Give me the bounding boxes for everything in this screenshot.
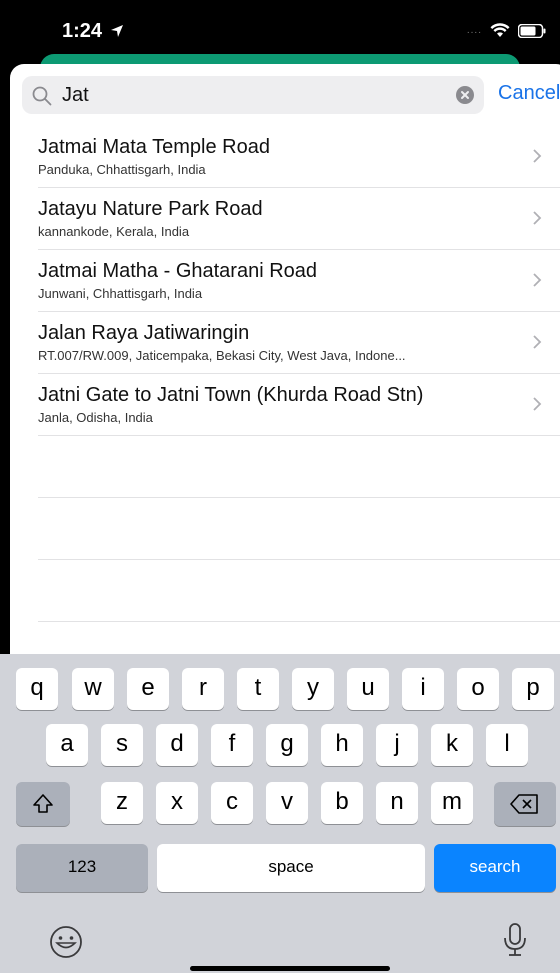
search-icon: [32, 86, 52, 106]
shift-key[interactable]: [16, 782, 70, 826]
key-f[interactable]: f: [211, 724, 253, 766]
search-query: Jat: [62, 84, 89, 106]
results-list: Jatmai Mata Temple Road Panduka, Chhatti…: [10, 126, 560, 622]
key-g[interactable]: g: [266, 724, 308, 766]
location-arrow-icon: [110, 25, 123, 37]
key-t[interactable]: t: [237, 668, 279, 710]
key-q[interactable]: q: [16, 668, 58, 710]
key-m[interactable]: m: [431, 782, 473, 824]
chevron-right-icon: [533, 273, 542, 287]
result-title: Jalan Raya Jatiwaringin: [38, 322, 250, 344]
key-x[interactable]: x: [156, 782, 198, 824]
result-title: Jatni Gate to Jatni Town (Khurda Road St…: [38, 384, 424, 406]
key-z[interactable]: z: [101, 782, 143, 824]
result-title: Jatmai Matha - Ghatarani Road: [38, 260, 318, 282]
result-subtitle: Junwani, Chhattisgarh, India: [38, 286, 203, 301]
list-item[interactable]: Jalan Raya Jatiwaringin RT.007/RW.009, J…: [38, 312, 560, 374]
battery-icon: [518, 23, 546, 38]
result-subtitle: kannankode, Kerala, India: [38, 224, 190, 239]
key-i[interactable]: i: [402, 668, 444, 710]
status-time: 1:24: [62, 20, 124, 43]
search-input[interactable]: Jat: [22, 76, 484, 114]
status-bar: 1:24 ....: [0, 0, 560, 62]
signal-dots: ....: [466, 25, 482, 36]
search-sheet: Jat Cancel Jatmai Mata Temple Road Pandu…: [10, 64, 560, 684]
key-a[interactable]: a: [46, 724, 88, 766]
key-u[interactable]: u: [347, 668, 389, 710]
key-o[interactable]: o: [457, 668, 499, 710]
list-item[interactable]: Jatni Gate to Jatni Town (Khurda Road St…: [38, 374, 560, 436]
key-r[interactable]: r: [182, 668, 224, 710]
key-d[interactable]: d: [156, 724, 198, 766]
result-subtitle: RT.007/RW.009, Jaticempaka, Bekasi City,…: [38, 348, 406, 363]
key-l[interactable]: l: [486, 724, 528, 766]
keyboard: q w e r t y u i o p a s d f g h j k l z …: [0, 654, 560, 973]
list-item[interactable]: Jatmai Matha - Ghatarani Road Junwani, C…: [38, 250, 560, 312]
key-h[interactable]: h: [321, 724, 363, 766]
result-subtitle: Panduka, Chhattisgarh, India: [38, 162, 206, 177]
cancel-button[interactable]: Cancel: [498, 82, 560, 105]
key-e[interactable]: e: [127, 668, 169, 710]
backspace-key[interactable]: [494, 782, 556, 826]
microphone-icon[interactable]: [502, 922, 528, 958]
result-subtitle: Janla, Odisha, India: [38, 410, 153, 425]
space-key[interactable]: space: [157, 844, 425, 892]
backspace-icon: [510, 794, 538, 814]
numbers-key[interactable]: 123: [16, 844, 148, 892]
chevron-right-icon: [533, 335, 542, 349]
wifi-icon: [490, 23, 510, 37]
chevron-right-icon: [533, 211, 542, 225]
emoji-icon[interactable]: [48, 924, 84, 960]
shift-icon: [33, 794, 53, 813]
list-item[interactable]: Jatayu Nature Park Road kannankode, Kera…: [38, 188, 560, 250]
home-indicator: [190, 966, 390, 971]
key-c[interactable]: c: [211, 782, 253, 824]
key-n[interactable]: n: [376, 782, 418, 824]
result-title: Jatayu Nature Park Road: [38, 198, 263, 220]
key-y[interactable]: y: [292, 668, 334, 710]
search-key[interactable]: search: [434, 844, 556, 892]
chevron-right-icon: [533, 397, 542, 411]
key-v[interactable]: v: [266, 782, 308, 824]
key-j[interactable]: j: [376, 724, 418, 766]
empty-row: [38, 498, 560, 560]
empty-row: [38, 560, 560, 622]
key-p[interactable]: p: [512, 668, 554, 710]
key-b[interactable]: b: [321, 782, 363, 824]
empty-row: [38, 436, 560, 498]
clear-icon[interactable]: [456, 86, 474, 104]
chevron-right-icon: [533, 149, 542, 163]
key-s[interactable]: s: [101, 724, 143, 766]
key-k[interactable]: k: [431, 724, 473, 766]
key-w[interactable]: w: [72, 668, 114, 710]
list-item[interactable]: Jatmai Mata Temple Road Panduka, Chhatti…: [38, 126, 560, 188]
result-title: Jatmai Mata Temple Road: [38, 136, 270, 158]
